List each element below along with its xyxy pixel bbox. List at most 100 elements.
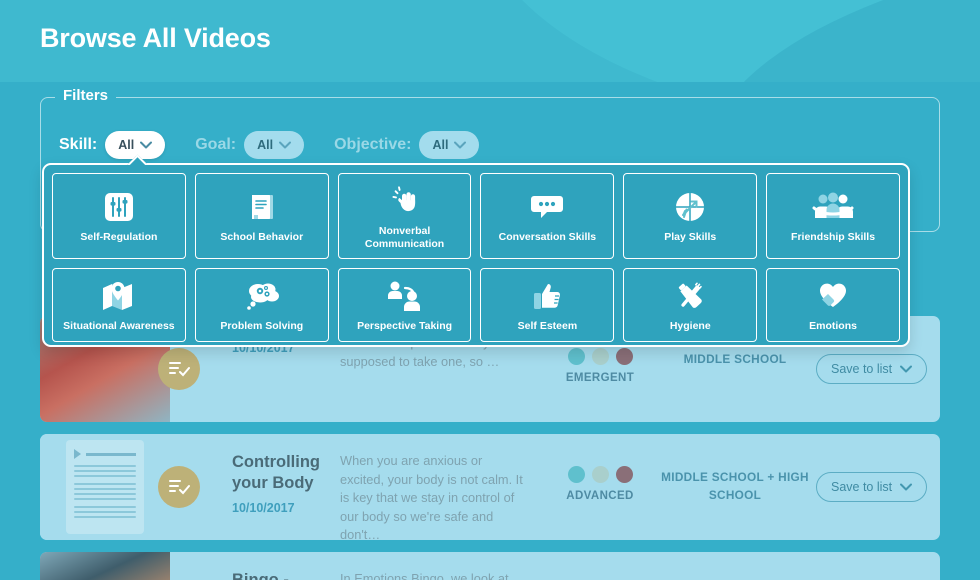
skill-option-nonverbal-communication[interactable]: Nonverbal Communication: [337, 173, 472, 260]
level-label: ADVANCED: [566, 490, 634, 502]
map-pin-icon: [100, 275, 138, 317]
chevron-down-icon: [454, 141, 467, 149]
speech-bubble-icon: [529, 186, 565, 228]
thumbs-up-icon: [531, 275, 563, 317]
video-title: Controlling your Body: [232, 453, 320, 493]
chevron-down-icon: [140, 141, 153, 149]
play-triangle-icon: [74, 449, 81, 459]
toothbrush-paste-icon: [673, 275, 707, 317]
video-type-badge: [158, 348, 200, 390]
video-description: In Emotions Bingo, we look at: [340, 571, 509, 580]
table-row[interactable]: Bingo - In Emotions Bingo, we look at Sa…: [40, 552, 940, 580]
level-dot: [615, 348, 633, 365]
skill-option-friendship-skills[interactable]: Friendship Skills: [766, 173, 900, 260]
video-thumbnail[interactable]: [40, 552, 170, 580]
filter-label-objective: Objective:: [334, 136, 412, 153]
filter-group-goal: Goal: All: [195, 131, 305, 159]
save-to-list-label: Save to list: [831, 362, 893, 376]
document-line: [74, 493, 136, 495]
document-line: [74, 506, 136, 508]
page-title: Browse All Videos: [40, 23, 271, 53]
thought-cloud-gears-icon: [242, 275, 282, 317]
video-type-badge: [158, 466, 200, 508]
objective-filter-value: All: [432, 138, 449, 152]
skill-option-problem-solving[interactable]: Problem Solving: [194, 268, 329, 342]
skill-option-label: Situational Awareness: [63, 320, 175, 333]
goal-filter-dropdown[interactable]: All: [244, 131, 305, 159]
filters-legend: Filters: [55, 87, 117, 104]
chevron-down-icon: [279, 141, 292, 149]
page-header: Browse All Videos: [0, 0, 980, 82]
video-grade-level: [660, 552, 810, 580]
heart-hand-icon: [815, 275, 851, 317]
level-dot: [591, 466, 609, 483]
document-title-bar: [86, 452, 136, 456]
goal-filter-value: All: [257, 138, 274, 152]
skill-option-label: Play Skills: [664, 231, 717, 244]
level-dot: [567, 348, 585, 365]
document-line: [74, 488, 136, 490]
filter-group-objective: Objective: All: [334, 131, 480, 159]
video-actions: Save to list: [810, 434, 940, 540]
level-label: EMERGENT: [565, 372, 635, 384]
video-level: [540, 552, 660, 580]
filter-label-skill: Skill:: [59, 136, 98, 153]
video-date: 10/10/2017: [232, 501, 295, 516]
document-header: [74, 449, 136, 459]
video-grade-level: MIDDLE SCHOOL + HIGH SCHOOL: [661, 470, 809, 502]
chevron-down-icon: [900, 362, 913, 376]
skill-filter-dropdown-panel: Self-Regulation School Behavior Nonverba…: [42, 163, 910, 347]
skill-option-school-behavior[interactable]: School Behavior: [194, 173, 329, 260]
level-dot: [567, 466, 585, 483]
video-list: 10/10/2017 lunch. Each person is only su…: [40, 316, 940, 580]
pinwheel-dart-icon: [673, 186, 707, 228]
video-level: ADVANCED: [540, 434, 660, 540]
two-people-arrow-icon: [384, 275, 426, 317]
level-dot: [591, 348, 609, 365]
save-to-list-button[interactable]: Save to list: [816, 354, 928, 384]
video-thumbnail[interactable]: [40, 434, 170, 540]
skill-option-conversation-skills[interactable]: Conversation Skills: [480, 173, 615, 260]
skill-option-label: Problem Solving: [220, 320, 304, 333]
table-row[interactable]: Controlling your Body 10/10/2017 When yo…: [40, 434, 940, 540]
skill-option-label: Conversation Skills: [498, 231, 597, 244]
browse-all-videos-page: Browse All Videos Filters Skill: All Goa…: [0, 0, 980, 580]
book-icon: [245, 186, 279, 228]
skill-option-situational-awareness[interactable]: Situational Awareness: [52, 268, 186, 342]
video-description: When you are anxious or excited, your bo…: [340, 453, 523, 540]
skill-options-grid: Self-Regulation School Behavior Nonverba…: [52, 173, 900, 342]
skill-option-hygiene[interactable]: Hygiene: [623, 268, 758, 342]
video-title: Bingo -: [232, 571, 289, 580]
document-line: [74, 483, 136, 485]
skill-option-label: Perspective Taking: [357, 320, 453, 333]
document-line: [74, 511, 136, 513]
video-actions: Save to list: [810, 552, 940, 580]
save-to-list-button[interactable]: Save to list: [816, 472, 928, 502]
skill-option-label: Nonverbal Communication: [364, 225, 445, 250]
skill-option-label: Self-Regulation: [80, 231, 158, 244]
document-line: [74, 470, 136, 472]
filter-label-goal: Goal:: [195, 136, 237, 153]
document-line: [74, 475, 136, 477]
dropdown-pointer: [127, 154, 147, 165]
skill-option-play-skills[interactable]: Play Skills: [623, 173, 758, 260]
three-people-icon: [812, 186, 854, 228]
document-line: [74, 516, 136, 518]
document-line: [74, 498, 136, 500]
objective-filter-dropdown[interactable]: All: [419, 131, 480, 159]
skill-filter-value: All: [118, 138, 135, 152]
level-dots: [540, 348, 660, 365]
skill-option-label: Self Esteem: [517, 320, 578, 333]
document-icon: [66, 440, 144, 534]
skill-option-emotions[interactable]: Emotions: [766, 268, 900, 342]
skill-option-label: Hygiene: [669, 320, 711, 333]
save-to-list-label: Save to list: [831, 480, 893, 494]
chevron-down-icon: [900, 480, 913, 494]
document-line: [74, 465, 136, 467]
skill-option-label: Emotions: [809, 320, 857, 333]
skill-option-self-esteem[interactable]: Self Esteem: [480, 268, 615, 342]
video-info: Bingo -: [170, 552, 330, 580]
filter-group-skill: Skill: All: [59, 131, 166, 159]
skill-option-self-regulation[interactable]: Self-Regulation: [52, 173, 186, 260]
skill-option-perspective-taking[interactable]: Perspective Taking: [337, 268, 472, 342]
